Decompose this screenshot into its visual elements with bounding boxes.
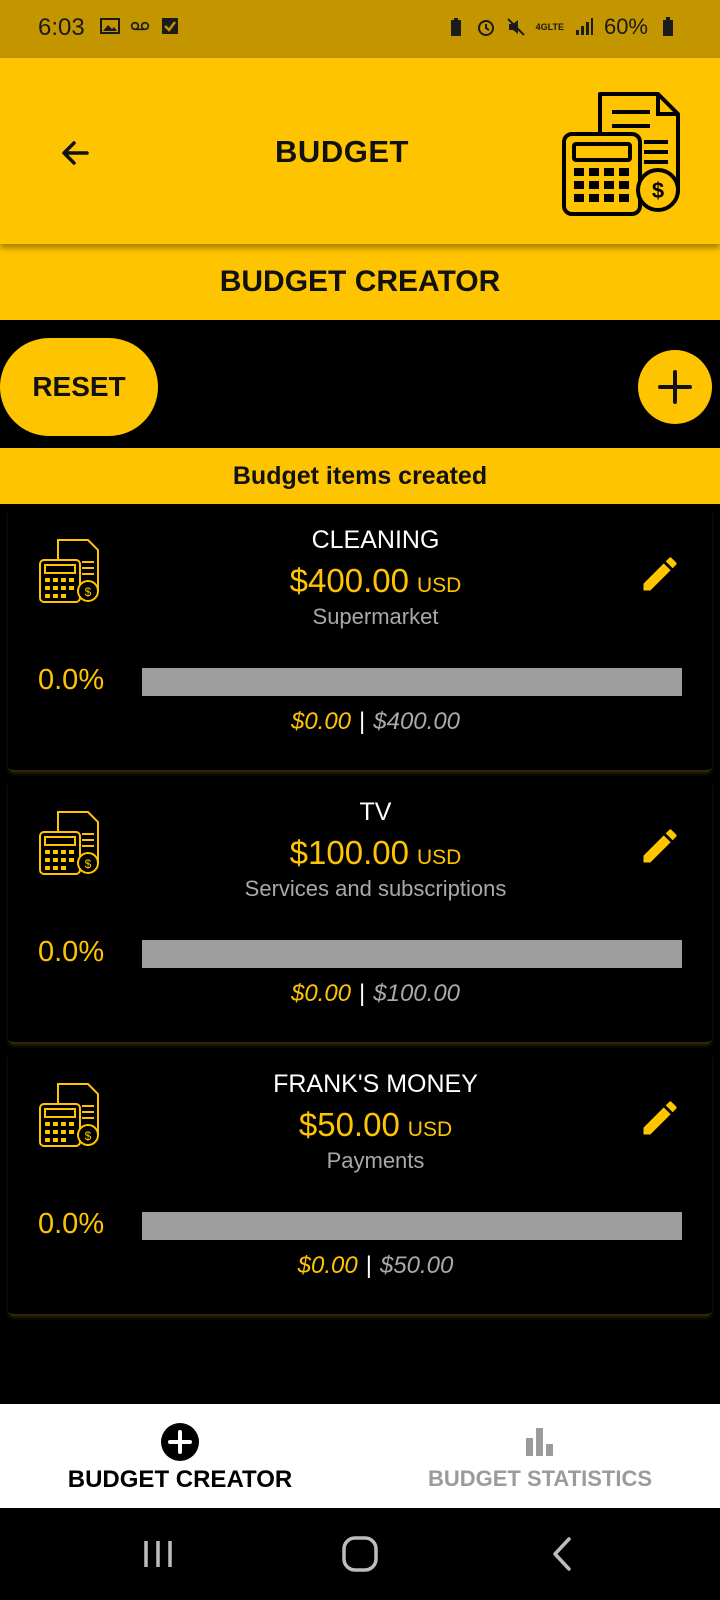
item-spent: $0.00 <box>290 980 352 1007</box>
add-item-button[interactable] <box>638 350 712 424</box>
recent-apps-icon <box>144 1541 172 1567</box>
item-amount: $50.00 <box>298 1106 400 1143</box>
nav-budget-statistics-label: BUDGET STATISTICS <box>427 1466 653 1491</box>
svg-text:$: $ <box>652 178 664 203</box>
item-category: Supermarket <box>312 604 439 629</box>
edit-pencil-icon[interactable] <box>638 552 682 596</box>
home-button[interactable] <box>330 1528 390 1580</box>
system-status-icons: 4GLTE 60% <box>446 14 678 40</box>
item-currency: USD <box>407 1118 453 1141</box>
budget-item-card[interactable]: $ TV $100.00 USD Services and subscriptio… <box>8 780 712 1044</box>
items-header-title: Budget items created <box>232 462 488 490</box>
system-back-button[interactable] <box>532 1528 592 1580</box>
item-amount: $100.00 <box>289 834 409 871</box>
section-title: BUDGET CREATOR <box>219 265 501 298</box>
item-budget-total: $50.00 <box>379 1252 454 1279</box>
chevron-left-icon <box>553 1537 571 1571</box>
task-check-icon <box>162 18 178 34</box>
nav-budget-statistics[interactable]: BUDGET STATISTICS <box>360 1404 720 1508</box>
item-category: Services and subscriptions <box>244 876 507 901</box>
items-header: Budget items created <box>0 448 720 504</box>
item-spent: $0.00 <box>290 708 352 735</box>
edit-pencil-icon[interactable] <box>638 1096 682 1140</box>
item-progress-bar <box>142 940 682 968</box>
add-circle-icon <box>161 1423 199 1461</box>
status-time: 6:03 <box>38 14 85 41</box>
item-budget-total: $100.00 <box>373 980 461 1007</box>
item-progress-bar <box>142 668 682 696</box>
item-progress-percent: 0.0% <box>38 1208 105 1240</box>
voicemail-icon <box>130 21 150 31</box>
budget-item-card[interactable]: $ FRANK'S MONEY $50.00 USD Payments 0.0% … <box>8 1052 712 1316</box>
plus-icon <box>658 370 692 404</box>
section-header: BUDGET CREATOR <box>0 244 720 320</box>
item-currency: USD <box>416 574 462 597</box>
item-currency: USD <box>416 846 462 869</box>
mute-icon <box>506 18 525 36</box>
budget-calculator-icon: $ <box>562 92 680 216</box>
item-category: Payments <box>326 1148 425 1173</box>
edit-pencil-icon[interactable] <box>638 824 682 868</box>
alarm-icon <box>477 20 494 36</box>
item-spent-row: $0.00 | $50.00 <box>8 1252 720 1280</box>
home-icon <box>342 1536 378 1572</box>
status-bar: 6:03 4GLTE 60% <box>0 0 720 58</box>
signal-icon <box>575 18 593 35</box>
item-separator: | <box>359 708 366 735</box>
nav-budget-creator[interactable]: BUDGET CREATOR <box>0 1404 360 1508</box>
battery-percent: 60% <box>603 14 648 39</box>
item-amount-row: $400.00 USD <box>8 562 720 600</box>
budget-item-card[interactable]: $ CLEANING $400.00 USD Supermarket 0.0% $… <box>8 508 712 772</box>
item-amount-row: $50.00 USD <box>8 1106 720 1144</box>
system-navigation-bar <box>0 1508 720 1600</box>
item-separator: | <box>365 1252 372 1279</box>
nav-budget-creator-label: BUDGET CREATOR <box>67 1466 293 1493</box>
item-progress-bar <box>142 1212 682 1240</box>
item-budget-total: $400.00 <box>373 708 461 735</box>
item-separator: | <box>359 980 366 1007</box>
item-spent: $0.00 <box>297 1252 358 1279</box>
item-spent-row: $0.00 | $100.00 <box>8 980 720 1008</box>
battery-saver-icon <box>450 18 461 36</box>
item-name: CLEANING <box>311 526 440 554</box>
battery-icon <box>663 17 673 36</box>
bar-chart-icon <box>526 1428 553 1456</box>
app-bar: BUDGET $ <box>0 58 720 244</box>
recent-apps-button[interactable] <box>128 1528 188 1580</box>
budget-items-list: $ CLEANING $400.00 USD Supermarket 0.0% $… <box>0 508 720 1324</box>
item-amount-row: $100.00 USD <box>8 834 720 872</box>
reset-button[interactable]: RESET <box>0 338 158 436</box>
item-progress-percent: 0.0% <box>38 664 105 696</box>
bottom-navigation: BUDGET CREATOR BUDGET STATISTICS <box>0 1404 720 1508</box>
item-spent-row: $0.00 | $400.00 <box>8 708 720 736</box>
item-progress-percent: 0.0% <box>38 936 105 968</box>
notification-icons <box>100 16 180 36</box>
network-type: 4GLTE <box>535 22 564 32</box>
item-amount: $400.00 <box>289 562 409 599</box>
item-name: FRANK'S MONEY <box>273 1070 478 1098</box>
item-name: TV <box>359 798 392 826</box>
gallery-icon <box>100 18 120 34</box>
